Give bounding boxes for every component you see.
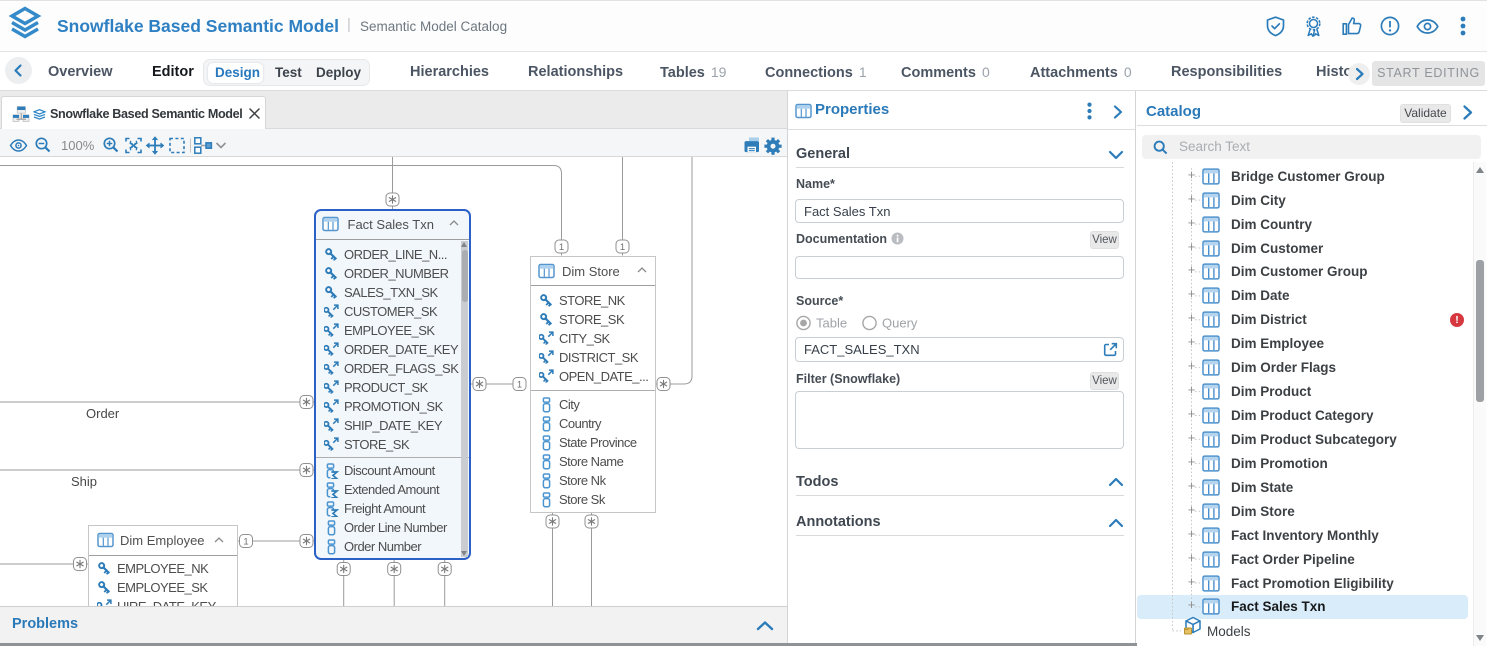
svg-text:1: 1 bbox=[517, 379, 522, 390]
svg-text:100%: 100% bbox=[61, 138, 95, 153]
svg-text:1: 1 bbox=[620, 242, 625, 253]
svg-text:Table: Table bbox=[816, 315, 847, 330]
svg-text:1: 1 bbox=[559, 242, 564, 253]
svg-text:1: 1 bbox=[243, 536, 248, 547]
svg-text:Query: Query bbox=[882, 315, 918, 330]
